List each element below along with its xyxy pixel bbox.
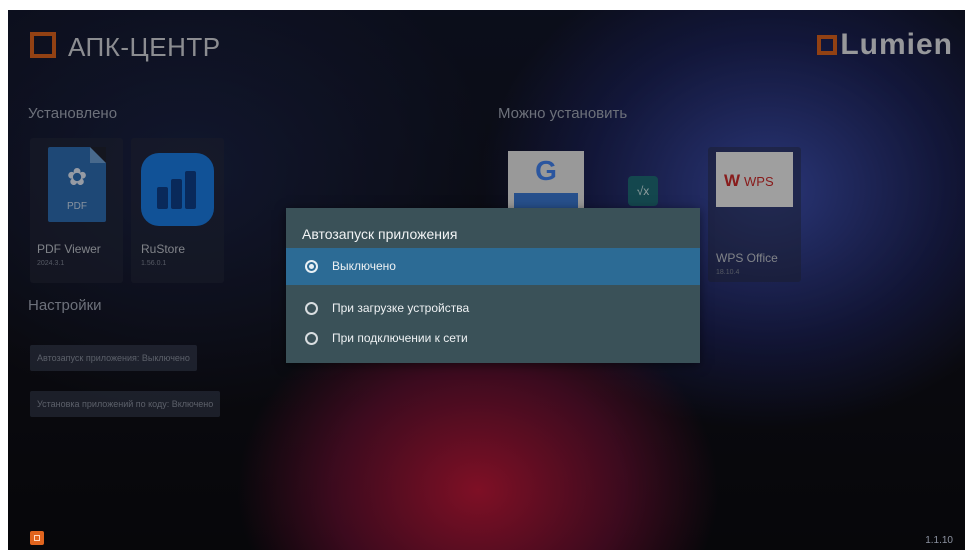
radio-selected-icon bbox=[305, 260, 318, 273]
option-label: Выключено bbox=[332, 259, 396, 273]
exit-icon[interactable] bbox=[30, 531, 44, 545]
option-label: При загрузке устройства bbox=[332, 301, 470, 315]
option-disabled[interactable]: Выключено bbox=[286, 248, 700, 285]
screen: АПК-ЦЕНТР Lumien Установлено ✿ PDF PDF V… bbox=[8, 10, 965, 550]
option-on-network[interactable]: При подключении к сети bbox=[286, 320, 700, 357]
radio-unselected-icon bbox=[305, 332, 318, 345]
dialog-title: Автозапуск приложения bbox=[302, 226, 458, 242]
option-label: При подключении к сети bbox=[332, 331, 468, 345]
app-version-label: 1.1.10 bbox=[925, 535, 953, 546]
radio-unselected-icon bbox=[305, 302, 318, 315]
autostart-dialog: Автозапуск приложения Выключено При загр… bbox=[286, 208, 700, 363]
